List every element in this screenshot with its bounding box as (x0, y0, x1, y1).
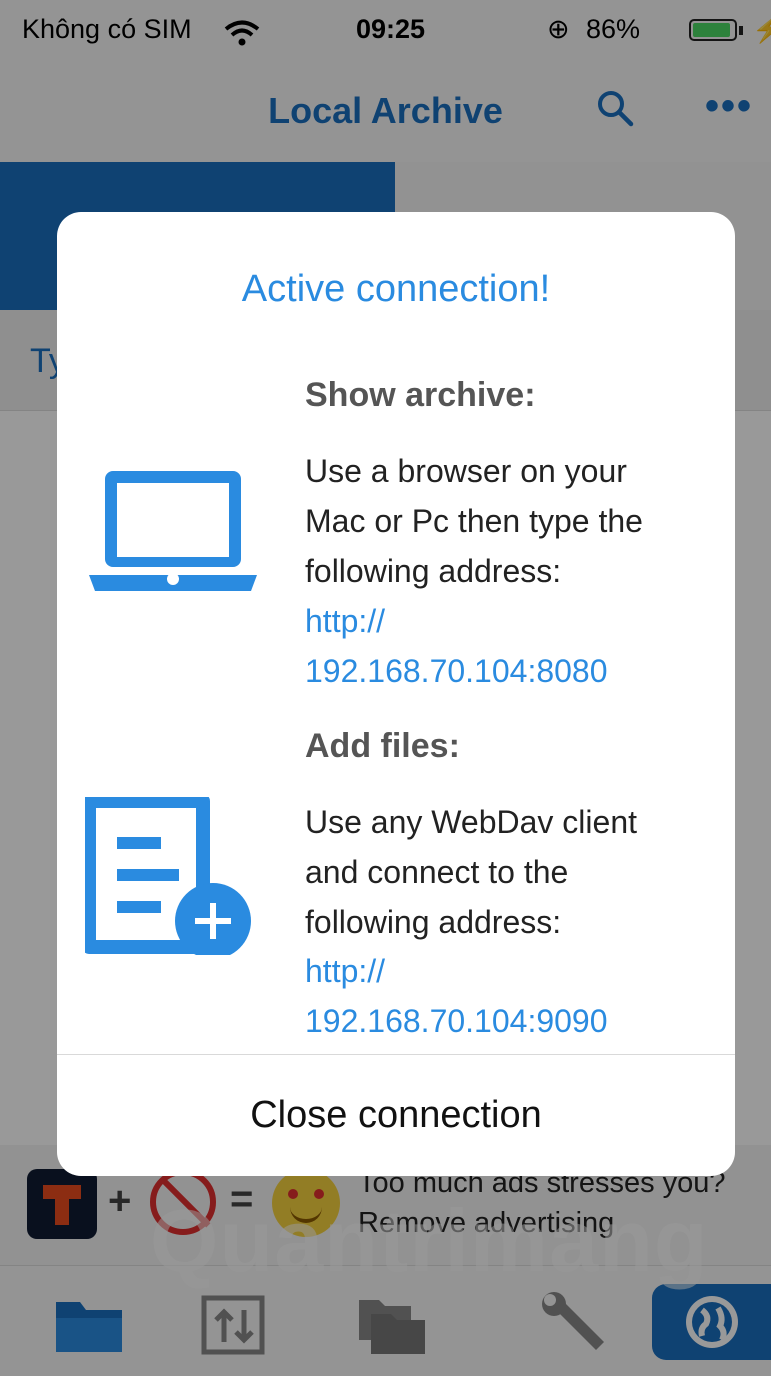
show-archive-instructions: Use a browser on your Mac or Pc then typ… (305, 446, 715, 596)
instruction-line: and connect to the (305, 854, 569, 890)
connection-dialog: Active connection! Show archive: Use a b… (57, 212, 735, 1176)
dialog-title: Active connection! (241, 268, 551, 310)
add-files-heading: Add files: (305, 727, 460, 765)
close-connection-button[interactable]: Close connection (57, 1054, 735, 1176)
address-line: http:// (305, 953, 386, 989)
instruction-line: Use any WebDav client (305, 804, 637, 840)
webdav-address-link[interactable]: http:// 192.168.70.104:9090 (305, 946, 725, 1046)
add-files-instructions: Use any WebDav client and connect to the… (305, 797, 715, 947)
instruction-line: Mac or Pc then type the (305, 503, 643, 539)
show-archive-heading: Show archive: (305, 376, 536, 414)
address-line: 192.168.70.104:8080 (305, 653, 608, 689)
add-document-icon (85, 797, 251, 955)
address-line: 192.168.70.104:9090 (305, 1003, 608, 1039)
laptop-icon (89, 471, 257, 591)
app-screen: Không có SIM 09:25 ⊕ 86% ⚡ Local Archive… (0, 0, 771, 1376)
instruction-line: following address: (305, 904, 562, 940)
address-line: http:// (305, 603, 386, 639)
instruction-line: Use a browser on your (305, 453, 627, 489)
instruction-line: following address: (305, 553, 562, 589)
browser-address-link[interactable]: http:// 192.168.70.104:8080 (305, 596, 725, 696)
